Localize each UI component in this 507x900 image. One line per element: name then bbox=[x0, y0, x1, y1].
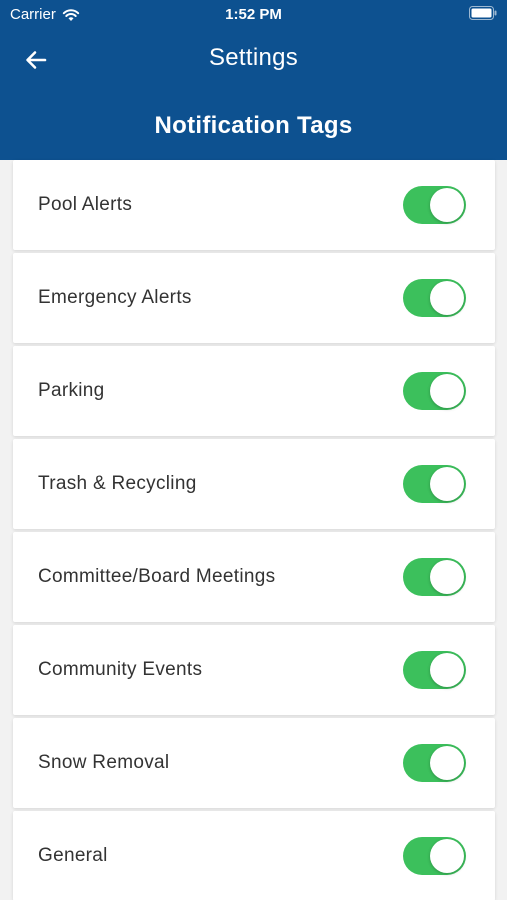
toggle-knob bbox=[430, 560, 464, 594]
list-item: General bbox=[13, 811, 495, 900]
toggle-knob bbox=[430, 467, 464, 501]
tag-toggle[interactable] bbox=[403, 372, 466, 410]
list-item: Parking bbox=[13, 346, 495, 436]
section-title: Notification Tags bbox=[154, 112, 353, 139]
tag-toggle[interactable] bbox=[403, 186, 466, 224]
toggle-knob bbox=[430, 839, 464, 873]
toggle-knob bbox=[430, 188, 464, 222]
tag-label: Parking bbox=[38, 380, 105, 401]
status-bar: Carrier 1:52 PM bbox=[0, 0, 507, 28]
toggle-knob bbox=[430, 746, 464, 780]
header: Carrier 1:52 PM Settings Notification Ta… bbox=[0, 0, 507, 160]
list-item: Community Events bbox=[13, 625, 495, 715]
tag-toggle[interactable] bbox=[403, 651, 466, 689]
toggle-knob bbox=[430, 653, 464, 687]
tag-label: General bbox=[38, 845, 108, 866]
toggle-knob bbox=[430, 281, 464, 315]
battery-icon bbox=[469, 6, 497, 20]
toggle-knob bbox=[430, 374, 464, 408]
tag-label: Snow Removal bbox=[38, 752, 170, 773]
tag-label: Trash & Recycling bbox=[38, 473, 197, 494]
tag-toggle[interactable] bbox=[403, 744, 466, 782]
page-title: Settings bbox=[208, 44, 299, 71]
tag-label: Community Events bbox=[38, 659, 203, 680]
notification-tag-list: Pool Alerts Emergency Alerts Parking Tra… bbox=[13, 160, 495, 900]
list-item: Pool Alerts bbox=[13, 160, 495, 250]
list-item: Snow Removal bbox=[13, 718, 495, 808]
list-item: Trash & Recycling bbox=[13, 439, 495, 529]
status-time: 1:52 PM bbox=[225, 6, 282, 23]
tag-toggle[interactable] bbox=[403, 465, 466, 503]
tag-label: Pool Alerts bbox=[38, 194, 133, 215]
tag-label: Emergency Alerts bbox=[38, 287, 192, 308]
tag-toggle[interactable] bbox=[403, 279, 466, 317]
tag-toggle[interactable] bbox=[403, 837, 466, 875]
tag-label: Committee/Board Meetings bbox=[38, 566, 276, 587]
tag-toggle[interactable] bbox=[403, 558, 466, 596]
list-item: Committee/Board Meetings bbox=[13, 532, 495, 622]
list-item: Emergency Alerts bbox=[13, 253, 495, 343]
